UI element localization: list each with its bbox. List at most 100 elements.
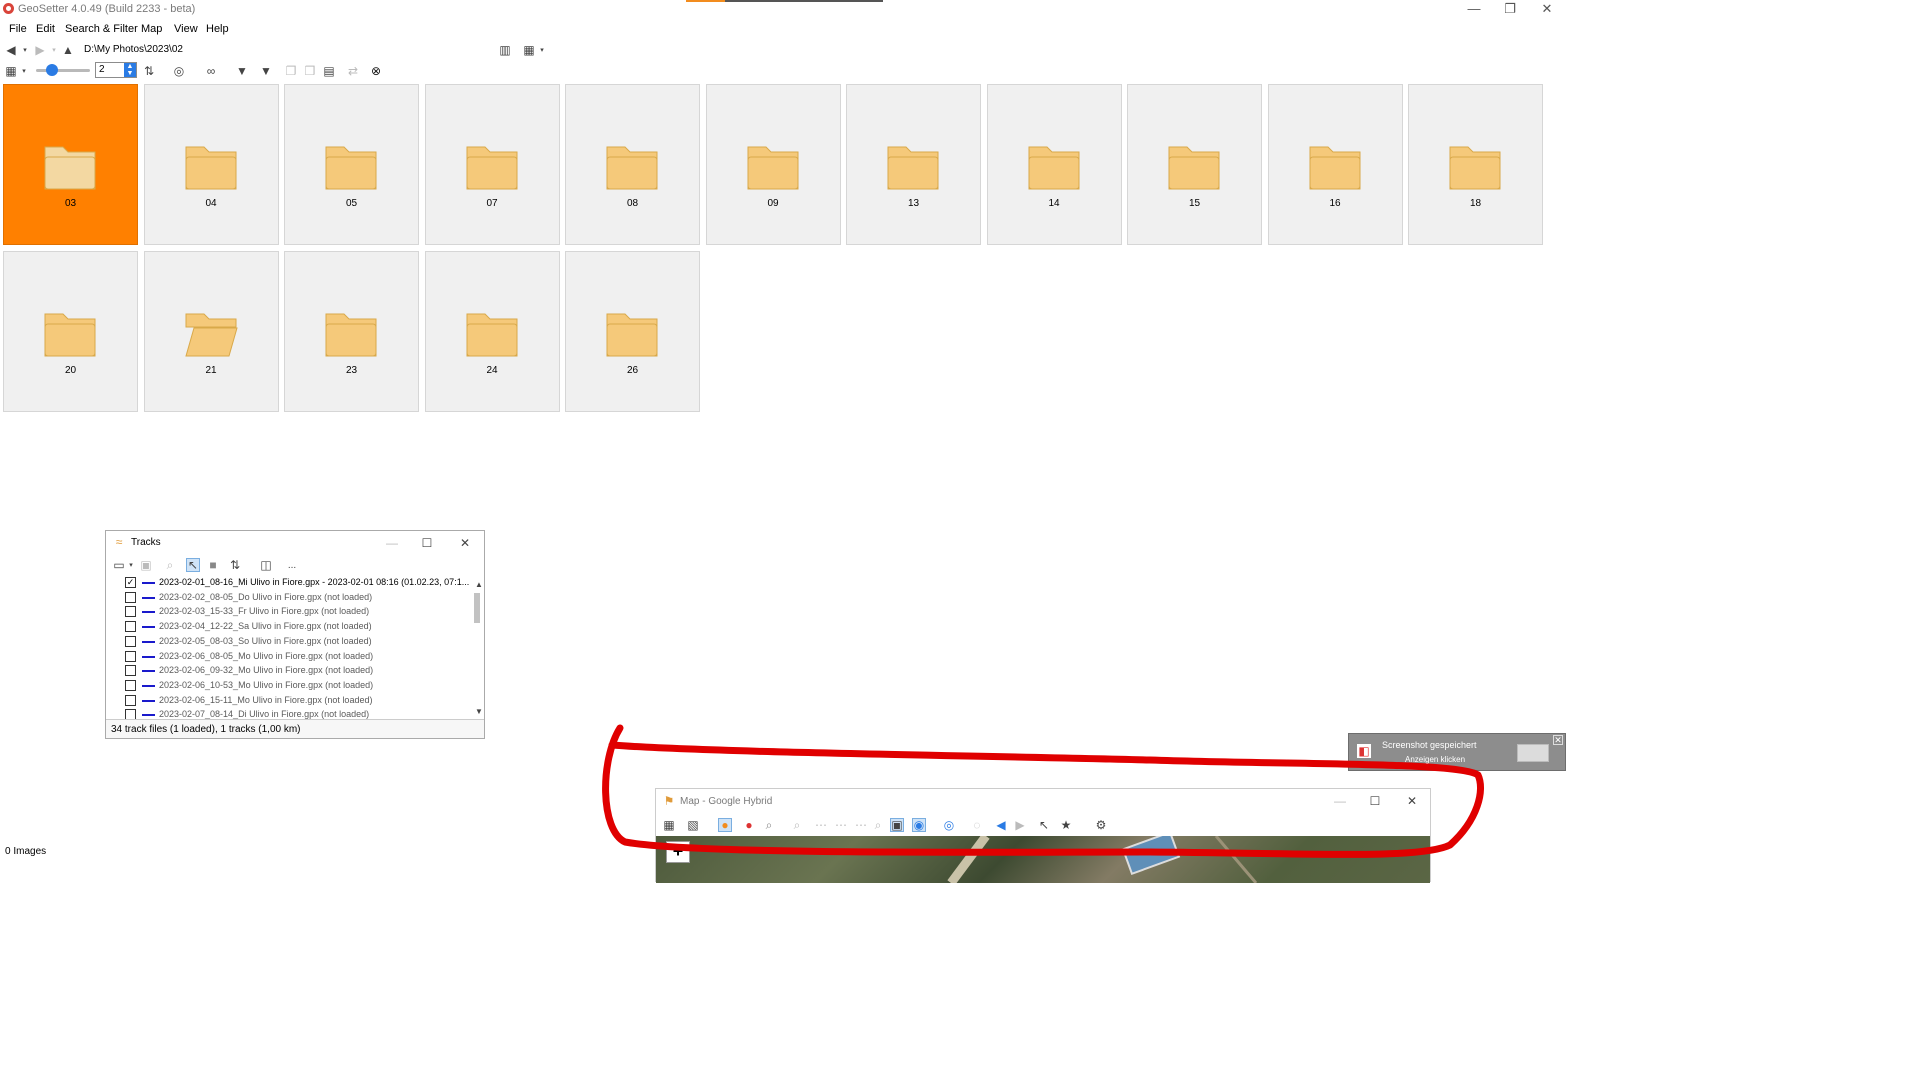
cancel-icon[interactable]: ⊗ — [369, 64, 383, 78]
track-row[interactable]: ✓ 2023-02-01_08-16_Mi Ulivo in Fiore.gpx … — [112, 575, 474, 590]
track-checkbox[interactable] — [125, 650, 136, 662]
map-marker-icon[interactable]: ● — [718, 818, 732, 832]
forward-icon[interactable]: ▶ — [33, 43, 47, 57]
folder-tile[interactable]: 23 — [284, 251, 419, 412]
scrollbar-thumb[interactable] — [474, 593, 480, 623]
menu-view[interactable]: View — [174, 23, 198, 35]
tracks-maximize-button[interactable]: ☐ — [420, 536, 434, 550]
menu-help[interactable]: Help — [206, 23, 229, 35]
map-maximize-button[interactable]: ☐ — [1368, 794, 1382, 808]
folder-tile[interactable]: 08 — [565, 84, 700, 245]
track-checkbox[interactable] — [125, 591, 136, 603]
menu-file[interactable]: File — [9, 23, 27, 35]
map-zoom-in-button[interactable]: + — [666, 841, 690, 863]
map-globe-icon[interactable]: ◉ — [912, 818, 926, 832]
map-close-button[interactable]: ✕ — [1405, 794, 1419, 808]
track-checkbox[interactable] — [125, 665, 136, 677]
folder-options-icon[interactable]: ▦ — [522, 43, 536, 57]
map-target-icon[interactable]: ◌ — [970, 818, 984, 832]
menu-search-filter[interactable]: Search & Filter — [65, 23, 138, 35]
track-checkbox[interactable]: ✓ — [125, 577, 136, 588]
spin-arrows-icon[interactable]: ▲ ▼ — [124, 63, 136, 77]
track-checkbox[interactable] — [125, 621, 136, 633]
view-mode-dropdown-icon[interactable]: ▾ — [17, 64, 31, 78]
track-checkbox[interactable] — [125, 694, 136, 706]
filter-clear-icon[interactable]: ▼ — [259, 64, 273, 78]
map-search-2-icon[interactable]: ⌕ — [790, 818, 804, 832]
track-checkbox[interactable] — [125, 709, 136, 719]
map-track-2-icon[interactable]: ⋯ — [834, 818, 848, 832]
map-back-icon[interactable]: ◀ — [994, 818, 1008, 832]
track-list-scrollbar[interactable]: ▲ ▼ — [472, 577, 483, 717]
track-checkbox[interactable] — [125, 679, 136, 691]
satellite-map[interactable] — [656, 836, 1430, 883]
track-fill-icon[interactable]: ■ — [206, 558, 220, 572]
path-input[interactable]: D:\My Photos\2023\02 — [80, 42, 492, 57]
search-track-icon[interactable]: ⌕ — [163, 558, 177, 572]
paste-icon[interactable]: ❒ — [303, 64, 317, 78]
map-settings-icon[interactable]: ⚙ — [1094, 818, 1108, 832]
template-icon[interactable]: ▤ — [322, 64, 336, 78]
map-type-icon[interactable]: ▦ — [662, 818, 676, 832]
map-camera-icon[interactable]: ▣ — [890, 818, 904, 832]
folder-tile[interactable]: 24 — [424, 251, 560, 412]
map-select-icon[interactable]: ↖ — [1037, 818, 1051, 832]
track-row[interactable]: 2023-02-07_08-14_Di Ulivo in Fiore.gpx (… — [112, 707, 474, 719]
back-icon[interactable]: ◀ — [4, 43, 18, 57]
sync-icon[interactable]: ⇄ — [346, 64, 360, 78]
geocode-icon[interactable]: ◎ — [172, 64, 186, 78]
copy-icon[interactable]: ❐ — [284, 64, 298, 78]
scroll-up-icon[interactable]: ▲ — [472, 577, 486, 591]
folder-tile[interactable]: 13 — [846, 84, 981, 245]
folder-tile[interactable]: 26 — [565, 251, 700, 412]
back-dropdown-icon[interactable]: ▾ — [18, 43, 32, 57]
track-row[interactable]: 2023-02-04_12-22_Sa Ulivo in Fiore.gpx (… — [112, 619, 474, 634]
restore-button[interactable]: ❐ — [1491, 0, 1529, 18]
scroll-down-icon[interactable]: ▼ — [472, 704, 486, 718]
select-track-icon[interactable]: ↖ — [186, 558, 200, 572]
tracks-more-button[interactable]: ... — [285, 558, 299, 572]
map-track-icon[interactable]: ⋯ — [814, 818, 828, 832]
map-forward-icon[interactable]: ▶ — [1013, 818, 1027, 832]
up-folder-icon[interactable]: ▲ — [61, 43, 75, 57]
track-row[interactable]: 2023-02-06_08-05_Mo Ulivo in Fiore.gpx (… — [112, 649, 474, 664]
folder-tile[interactable]: 09 — [705, 84, 841, 245]
track-row[interactable]: 2023-02-03_15-33_Fr Ulivo in Fiore.gpx (… — [112, 604, 474, 619]
save-track-icon[interactable]: ▣ — [139, 558, 153, 572]
menu-map[interactable]: Map — [141, 23, 162, 35]
track-row[interactable]: 2023-02-05_08-03_So Ulivo in Fiore.gpx (… — [112, 634, 474, 649]
forward-dropdown-icon[interactable]: ▾ — [47, 43, 61, 57]
track-row[interactable]: 2023-02-06_15-11_Mo Ulivo in Fiore.gpx (… — [112, 693, 474, 708]
tracks-close-button[interactable]: ✕ — [458, 536, 472, 550]
map-pin-icon[interactable]: ● — [742, 818, 756, 832]
view-mode-icon[interactable]: ▦ — [4, 64, 18, 78]
favorites-folder-icon[interactable]: ▥ — [498, 43, 512, 57]
folder-tile[interactable]: 20 — [3, 251, 138, 412]
track-checkbox[interactable] — [125, 635, 136, 647]
folder-tile[interactable]: 03 — [3, 84, 138, 245]
folder-tile[interactable]: 16 — [1267, 84, 1403, 245]
track-row[interactable]: 2023-02-02_08-05_Do Ulivo in Fiore.gpx (… — [112, 590, 474, 605]
map-track-3-icon[interactable]: ⋯ — [854, 818, 868, 832]
tracks-minimize-button[interactable]: — — [385, 536, 399, 550]
thumbnail-size-slider[interactable] — [36, 69, 90, 72]
map-minimize-button[interactable]: — — [1333, 794, 1347, 808]
folder-tile[interactable]: 07 — [424, 84, 560, 245]
folder-options-dropdown-icon[interactable]: ▾ — [535, 43, 549, 57]
folder-tile[interactable]: 15 — [1127, 84, 1262, 245]
folder-tile[interactable]: 04 — [143, 84, 279, 245]
map-globe-2-icon[interactable]: ◎ — [942, 818, 956, 832]
sort-icon[interactable]: ⇅ — [142, 64, 156, 78]
track-checkbox[interactable] — [125, 606, 136, 618]
track-row[interactable]: 2023-02-06_10-53_Mo Ulivo in Fiore.gpx (… — [112, 678, 474, 693]
notification-close-button[interactable]: ✕ — [1553, 735, 1563, 745]
map-search-icon[interactable]: ⌕ — [762, 818, 776, 832]
map-favorites-icon[interactable]: ★ — [1059, 818, 1073, 832]
track-row[interactable]: 2023-02-06_09-32_Mo Ulivo in Fiore.gpx (… — [112, 663, 474, 678]
screenshot-notification[interactable]: ◧ Screenshot gespeichert Anzeigen klicke… — [1348, 733, 1566, 771]
binoculars-icon[interactable]: ∞ — [204, 64, 218, 78]
track-sort-icon[interactable]: ⇅ — [228, 558, 242, 572]
folder-tile[interactable]: 21 — [143, 251, 279, 412]
filter-icon[interactable]: ▼ — [235, 64, 249, 78]
folder-tile[interactable]: 14 — [986, 84, 1122, 245]
